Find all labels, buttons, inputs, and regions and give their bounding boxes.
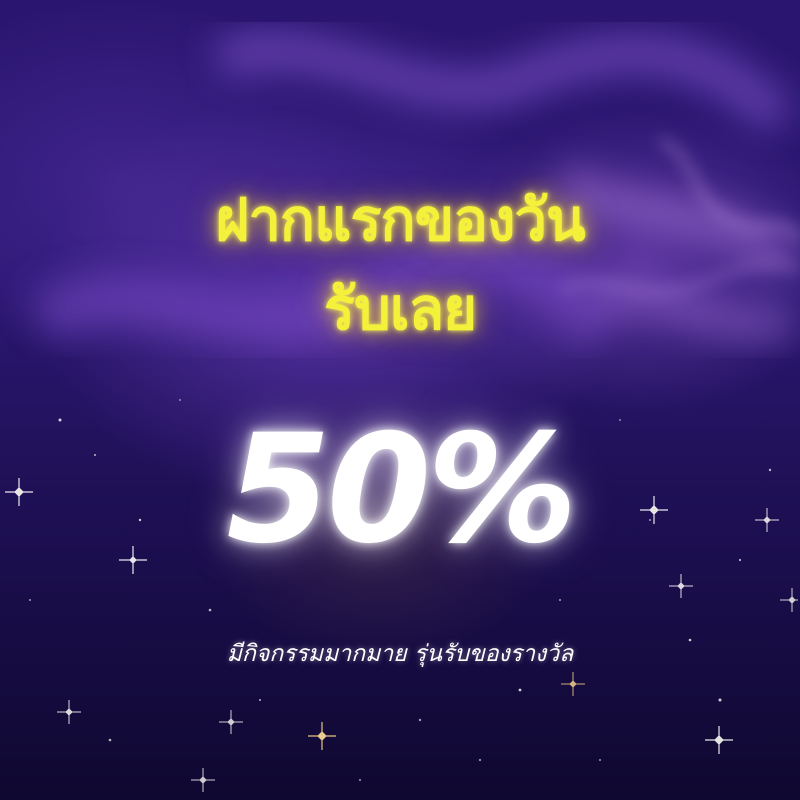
- sparkle-stars-decoration: [5, 399, 798, 792]
- promo-banner: ฝากแรกของวัน รับเลย 50% มีกิจกรรมมากมาย …: [0, 0, 800, 800]
- promo-subtitle: มีกิจกรรมมากมาย รุ่นรับของรางวัล: [226, 641, 574, 667]
- headline-line-1: ฝากแรกของวัน: [215, 186, 585, 254]
- headline-line-2: รับเลย: [323, 274, 477, 343]
- promo-headline: ฝากแรกของวัน รับเลย: [0, 190, 800, 340]
- bonus-percent: 50%: [226, 403, 577, 577]
